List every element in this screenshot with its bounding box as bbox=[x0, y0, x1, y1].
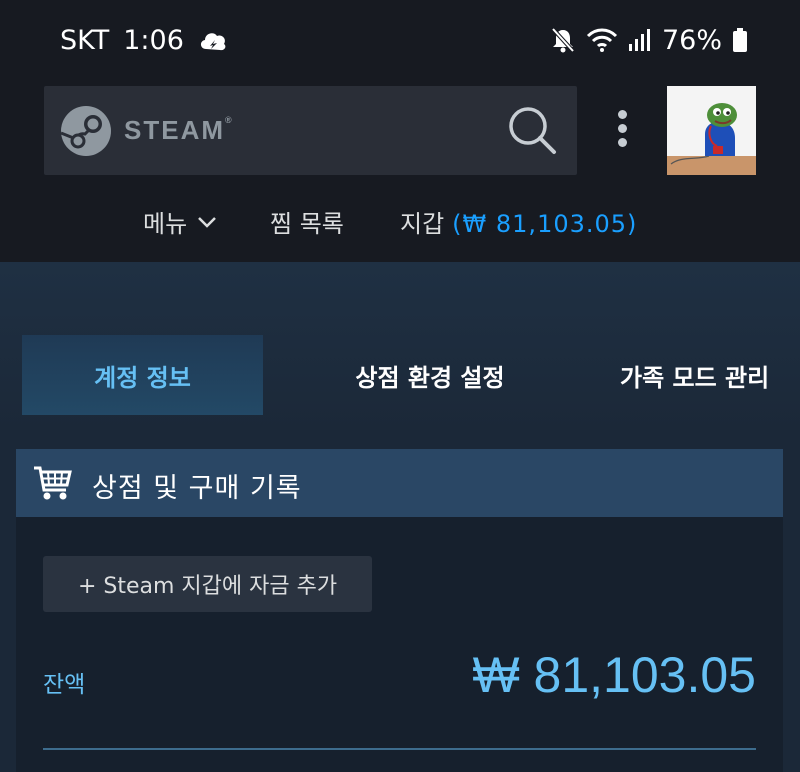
search-icon[interactable] bbox=[506, 104, 558, 156]
chevron-down-icon bbox=[198, 216, 217, 228]
cart-icon bbox=[34, 466, 72, 500]
cloud-icon bbox=[200, 33, 226, 51]
steam-logo-icon bbox=[60, 106, 111, 156]
wifi-icon bbox=[586, 28, 618, 52]
tab-family-management[interactable]: 가족 모드 관리 bbox=[620, 335, 800, 415]
section-title: 상점 및 구매 기록 bbox=[92, 473, 302, 504]
more-options-icon[interactable] bbox=[612, 110, 632, 152]
tab-store-preferences[interactable]: 상점 환경 설정 bbox=[330, 335, 530, 415]
kebab-dot bbox=[617, 124, 627, 133]
section-divider bbox=[43, 748, 756, 750]
time-label: 1:06 bbox=[123, 24, 184, 56]
kebab-dot bbox=[617, 138, 627, 147]
steam-brand-text: STEAM bbox=[124, 115, 225, 145]
status-bar: SKT 1:06 76% bbox=[0, 0, 800, 80]
nav-menu-label: 메뉴 bbox=[143, 210, 188, 238]
mute-icon bbox=[551, 27, 575, 53]
add-funds-button[interactable]: + Steam 지갑에 자금 추가 bbox=[43, 556, 372, 612]
status-right: 76% bbox=[550, 22, 748, 58]
registered-mark: ® bbox=[225, 115, 232, 125]
nav-wallet-balance: (₩ 81,103.05) bbox=[452, 210, 638, 238]
avatar[interactable] bbox=[667, 86, 756, 175]
nav-wallet[interactable]: 지갑 (₩ 81,103.05) bbox=[400, 204, 637, 239]
nav-menu[interactable]: 메뉴 bbox=[143, 204, 217, 239]
avatar-image bbox=[667, 86, 756, 175]
battery-label: 76% bbox=[661, 24, 722, 56]
balance-value: ₩ 81,103.05 bbox=[472, 647, 756, 703]
steam-wordmark: STEAM® bbox=[124, 115, 232, 146]
nav-wishlist[interactable]: 찜 목록 bbox=[270, 204, 344, 239]
status-left: SKT 1:06 bbox=[60, 22, 228, 58]
balance-label: 잔액 bbox=[43, 672, 86, 698]
top-nav: 메뉴 찜 목록 지갑 (₩ 81,103.05) bbox=[0, 196, 800, 246]
kebab-dot bbox=[617, 110, 627, 119]
nav-wallet-label: 지갑 bbox=[400, 210, 445, 238]
carrier-label: SKT bbox=[60, 24, 110, 56]
store-section-header: 상점 및 구매 기록 bbox=[16, 449, 783, 517]
tab-account-details[interactable]: 계정 정보 bbox=[22, 335, 263, 415]
battery-icon bbox=[733, 28, 747, 52]
signal-icon bbox=[628, 29, 650, 51]
search-bar[interactable]: STEAM® bbox=[44, 86, 577, 175]
